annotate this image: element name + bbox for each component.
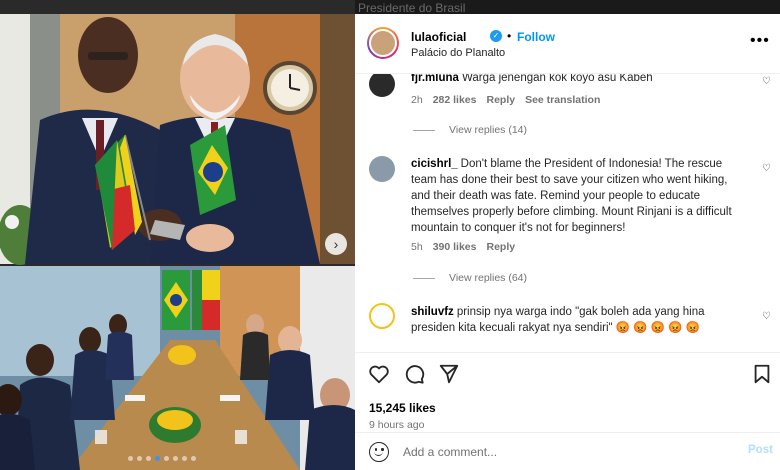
see-translation-button[interactable]: See translation bbox=[525, 94, 600, 106]
photo-illustration bbox=[0, 14, 355, 470]
emoji-mouth bbox=[374, 451, 383, 456]
cut-off-text: Presidente do Brasil bbox=[358, 1, 466, 14]
carousel-dot bbox=[182, 456, 187, 461]
carousel-dot bbox=[191, 456, 196, 461]
comment-avatar[interactable] bbox=[369, 156, 395, 182]
carousel-dot-active bbox=[155, 456, 160, 461]
comment-meta: 5h 390 likes Reply bbox=[411, 241, 515, 253]
more-options-icon[interactable]: ••• bbox=[750, 33, 770, 49]
view-replies-button[interactable]: View replies (14) bbox=[413, 124, 527, 136]
view-replies-label: View replies (64) bbox=[449, 272, 528, 284]
follow-button[interactable]: Follow bbox=[517, 30, 555, 44]
cut-off-caption: Presidente do Brasil bbox=[355, 0, 780, 14]
comment-text: prinsip nya warga indo "gak boleh ada ya… bbox=[411, 306, 705, 334]
post-timestamp[interactable]: 9 hours ago bbox=[369, 419, 424, 431]
comment-username[interactable]: cicishrl_ bbox=[411, 158, 458, 170]
avatar-image bbox=[369, 29, 397, 57]
view-replies-label: View replies (14) bbox=[449, 124, 528, 136]
carousel-dot bbox=[128, 456, 133, 461]
comment-time: 5h bbox=[411, 241, 423, 253]
like-heart-icon[interactable] bbox=[368, 363, 390, 385]
comment-bubble-icon[interactable] bbox=[403, 363, 425, 385]
emoji-picker-icon[interactable] bbox=[369, 442, 389, 462]
reply-button[interactable]: Reply bbox=[486, 241, 515, 253]
comment-avatar[interactable] bbox=[369, 303, 395, 329]
heart-icon[interactable]: ♡ bbox=[762, 76, 771, 87]
comment-text: Warga jenengan kok koyo asu Kabeh bbox=[461, 74, 653, 84]
bookmark-icon[interactable] bbox=[751, 363, 773, 385]
verified-badge-icon: ✓ bbox=[490, 30, 502, 42]
comment-meta: 2h 282 likes Reply See translation bbox=[411, 94, 600, 106]
comment-text: Don't blame the President of Indonesia! … bbox=[411, 158, 732, 234]
comment-time: 2h bbox=[411, 94, 423, 106]
likes-count[interactable]: 15,245 likes bbox=[369, 401, 436, 415]
comments-list[interactable]: fjr.mluna Warga jenengan kok koyo asu Kab… bbox=[355, 74, 780, 352]
carousel-dot bbox=[164, 456, 169, 461]
comment-username[interactable]: shiluvfz bbox=[411, 306, 454, 318]
heart-icon[interactable]: ♡ bbox=[762, 311, 771, 322]
add-comment-input[interactable] bbox=[403, 442, 723, 462]
comment-avatar[interactable] bbox=[369, 74, 395, 97]
post-header: lulaoficial ✓ • Follow Palácio do Planal… bbox=[355, 14, 780, 74]
comment-body: shiluvfz prinsip nya warga indo "gak bole… bbox=[411, 304, 741, 336]
carousel-dot bbox=[173, 456, 178, 461]
instagram-post-viewer: › Presidente do Brasil lulaoficial ✓ • F… bbox=[0, 0, 780, 470]
divider bbox=[413, 277, 435, 279]
post-location[interactable]: Palácio do Planalto bbox=[411, 47, 505, 59]
carousel-dot bbox=[137, 456, 142, 461]
separator-dot: • bbox=[507, 29, 512, 43]
comment-username[interactable]: fjr.mluna bbox=[411, 74, 459, 84]
comment-likes[interactable]: 390 likes bbox=[433, 241, 477, 253]
carousel-dot bbox=[146, 456, 151, 461]
next-photo-button[interactable]: › bbox=[325, 233, 347, 255]
reply-button[interactable]: Reply bbox=[486, 94, 515, 106]
add-comment-bar: Post bbox=[355, 432, 780, 470]
view-replies-button[interactable]: View replies (64) bbox=[413, 272, 527, 284]
post-comment-button[interactable]: Post bbox=[748, 444, 773, 456]
avatar[interactable] bbox=[367, 27, 399, 59]
post-photo[interactable]: › bbox=[0, 0, 355, 470]
carousel-indicator bbox=[128, 456, 196, 461]
post-username[interactable]: lulaoficial bbox=[411, 30, 466, 44]
heart-icon[interactable]: ♡ bbox=[762, 163, 771, 174]
share-send-icon[interactable] bbox=[438, 363, 460, 385]
chevron-right-icon: › bbox=[333, 236, 339, 252]
comment-body: cicishrl_ Don't blame the President of In… bbox=[411, 156, 741, 236]
comment-body: fjr.mluna Warga jenengan kok koyo asu Kab… bbox=[411, 74, 741, 86]
comment-likes[interactable]: 282 likes bbox=[433, 94, 477, 106]
divider bbox=[413, 129, 435, 131]
post-side-panel: lulaoficial ✓ • Follow Palácio do Planal… bbox=[355, 14, 780, 470]
